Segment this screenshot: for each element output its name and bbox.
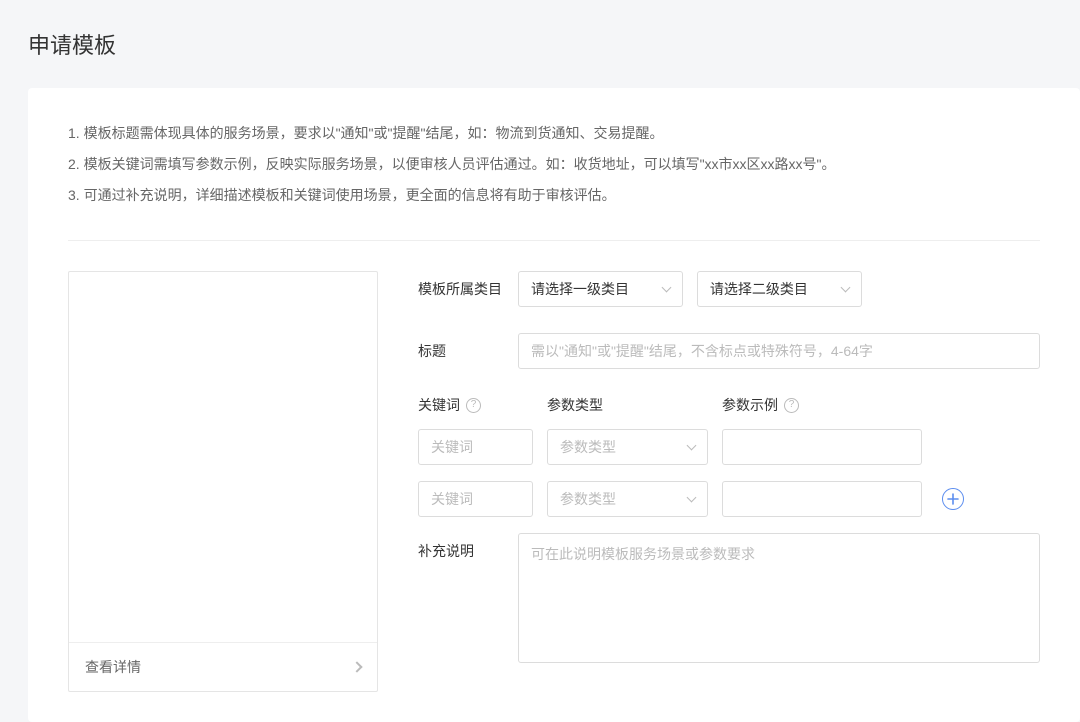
category-level1-select[interactable]: 请选择一级类目 <box>518 271 683 307</box>
keyword-row: 参数类型 <box>418 481 1040 517</box>
instruction-2: 2. 模板关键词需填写参数示例，反映实际服务场景，以便审核人员评估通过。如：收货… <box>68 149 1040 180</box>
param-type-placeholder: 参数类型 <box>560 437 616 457</box>
instruction-3: 3. 可通过补充说明，详细描述模板和关键词使用场景，更全面的信息将有助于审核评估… <box>68 180 1040 211</box>
help-icon[interactable]: ? <box>466 398 481 413</box>
supplement-textarea[interactable] <box>518 533 1040 663</box>
chevron-down-icon <box>687 493 697 503</box>
chevron-right-icon <box>351 662 362 673</box>
page-title: 申请模板 <box>28 28 1080 60</box>
keyword-input[interactable] <box>418 481 533 517</box>
title-input[interactable] <box>518 333 1040 369</box>
supplement-label: 补充说明 <box>418 533 518 561</box>
chevron-down-icon <box>840 283 850 293</box>
title-label: 标题 <box>418 333 518 361</box>
preview-panel: 查看详情 <box>68 271 378 692</box>
category-label: 模板所属类目 <box>418 271 518 299</box>
category-level2-select[interactable]: 请选择二级类目 <box>697 271 862 307</box>
param-type-placeholder: 参数类型 <box>560 489 616 509</box>
form-area: 模板所属类目 请选择一级类目 请选择二级类目 标题 <box>418 271 1040 692</box>
param-example-label: 参数示例 <box>722 395 778 415</box>
view-details-label: 查看详情 <box>85 657 141 677</box>
keyword-row: 参数类型 <box>418 429 1040 465</box>
help-icon[interactable]: ? <box>784 398 799 413</box>
chevron-down-icon <box>662 283 672 293</box>
param-example-input[interactable] <box>722 429 922 465</box>
instructions: 1. 模板标题需体现具体的服务场景，要求以"通知"或"提醒"结尾，如：物流到货通… <box>68 118 1040 241</box>
category-level2-placeholder: 请选择二级类目 <box>710 279 808 299</box>
chevron-down-icon <box>687 441 697 451</box>
param-type-select[interactable]: 参数类型 <box>547 481 708 517</box>
param-type-select[interactable]: 参数类型 <box>547 429 708 465</box>
preview-body <box>69 272 377 642</box>
param-example-input[interactable] <box>722 481 922 517</box>
category-level1-placeholder: 请选择一级类目 <box>531 279 629 299</box>
param-type-label: 参数类型 <box>547 395 603 415</box>
form-card: 1. 模板标题需体现具体的服务场景，要求以"通知"或"提醒"结尾，如：物流到货通… <box>28 88 1080 722</box>
keyword-label: 关键词 <box>418 395 460 415</box>
view-details-link[interactable]: 查看详情 <box>69 642 377 691</box>
add-keyword-button[interactable] <box>942 488 964 510</box>
instruction-1: 1. 模板标题需体现具体的服务场景，要求以"通知"或"提醒"结尾，如：物流到货通… <box>68 118 1040 149</box>
keyword-input[interactable] <box>418 429 533 465</box>
